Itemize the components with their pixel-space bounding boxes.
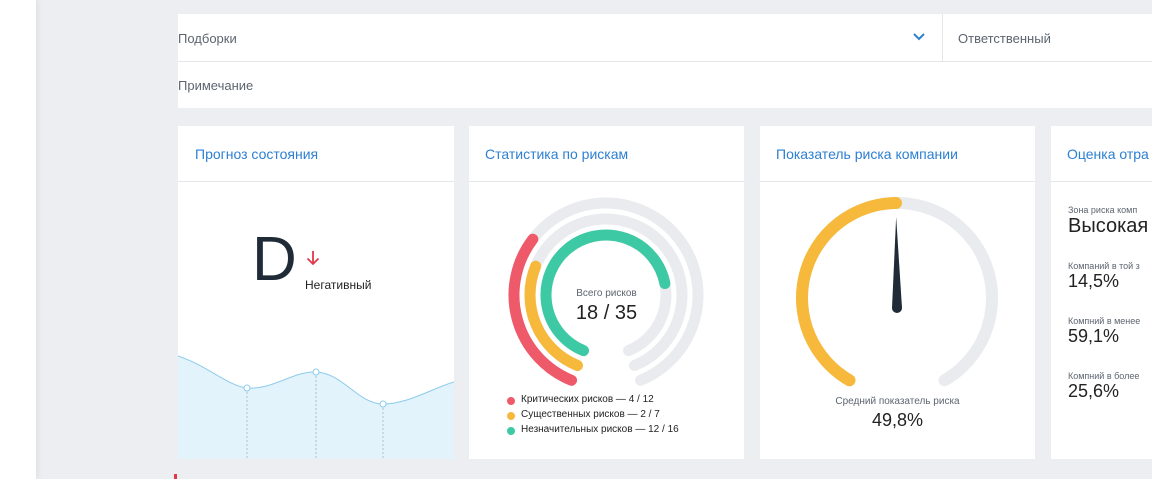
collections-select-label: Подборки: [178, 31, 237, 46]
gauge-needle: [892, 217, 902, 309]
risk-zone: Зона риска комп Высокая: [1068, 205, 1148, 238]
gauge-needle-hub: [892, 303, 902, 313]
forecast-card-header: Прогноз состояния: [178, 126, 454, 182]
legend-label-minor: Незначительных рисков — 12 / 16: [521, 424, 679, 435]
arrow-down-icon: [306, 251, 320, 266]
assessment-card: Оценка отра Зона риска комп Высокая Комп…: [1051, 126, 1152, 459]
assessment-row-label: Компаний в той з: [1068, 261, 1140, 271]
legend-dot-substantial: [507, 412, 515, 420]
risk-zone-value: Высокая: [1068, 215, 1149, 237]
assessment-row-value: 14,5%: [1068, 271, 1120, 291]
risk-stats-card: Статистика по рискам Всего рисков 18 / 3…: [469, 126, 744, 459]
total-risks-value: 18 / 35: [575, 302, 638, 324]
assessment-row-label: Компний в более: [1068, 371, 1140, 381]
company-risk-card: Показатель риска компании Средний показа…: [760, 126, 1035, 459]
left-frame-edge: [0, 0, 36, 479]
assessment-row-label: Компний в менее: [1068, 316, 1141, 326]
forecast-card-title: Прогноз состояния: [195, 146, 319, 162]
forecast-wave-chart: [178, 355, 454, 459]
assessment-row: Компний в более 25,6%: [1068, 371, 1139, 402]
avg-risk-value: 49,8%: [871, 410, 924, 430]
responsible-select-label: Ответственный: [958, 31, 1051, 46]
legend-label-substantial: Существенных рисков — 2 / 7: [521, 409, 660, 420]
forecast-card: Прогноз состояния D Негативный: [178, 126, 454, 459]
legend-item-critical: Критических рисков — 4 / 12: [507, 394, 679, 409]
responsible-select[interactable]: Ответственный: [958, 14, 1152, 61]
collections-select[interactable]: Подборки: [178, 14, 943, 61]
assessment-card-title: Оценка отра: [1067, 146, 1149, 162]
chevron-down-icon[interactable]: [912, 32, 926, 42]
assessment-card-header: Оценка отра: [1051, 126, 1152, 182]
note-field-label: Примечание: [178, 78, 254, 93]
filter-panel: Подборки Ответственный Примечание: [178, 14, 1152, 108]
legend-dot-critical: [507, 397, 515, 405]
legend-item-minor: Незначительных рисков — 12 / 16: [507, 424, 679, 439]
assessment-row-value: 25,6%: [1068, 381, 1120, 401]
forecast-grade: D: [252, 225, 297, 294]
legend-dot-minor: [507, 427, 515, 435]
legend-label-critical: Критических рисков — 4 / 12: [521, 394, 654, 405]
legend-item-substantial: Существенных рисков — 2 / 7: [507, 409, 679, 424]
note-field[interactable]: Примечание: [178, 62, 1152, 108]
total-risks-label: Всего рисков: [576, 288, 637, 299]
gauge-value-arc: [796, 197, 903, 387]
assessment-row: Компний в менее 59,1%: [1068, 316, 1140, 347]
risk-legend: Критических рисков — 4 / 12 Существенных…: [507, 394, 679, 439]
assessment-row: Компаний в той з 14,5%: [1068, 261, 1140, 292]
filter-row: Подборки Ответственный: [178, 14, 1152, 62]
decorative-mark: [174, 474, 177, 479]
forecast-trend-text: Негативный: [305, 278, 372, 292]
avg-risk-label: Средний показатель риска: [835, 396, 960, 407]
risk-zone-label: Зона риска комп: [1068, 205, 1138, 215]
assessment-row-value: 59,1%: [1068, 326, 1120, 346]
